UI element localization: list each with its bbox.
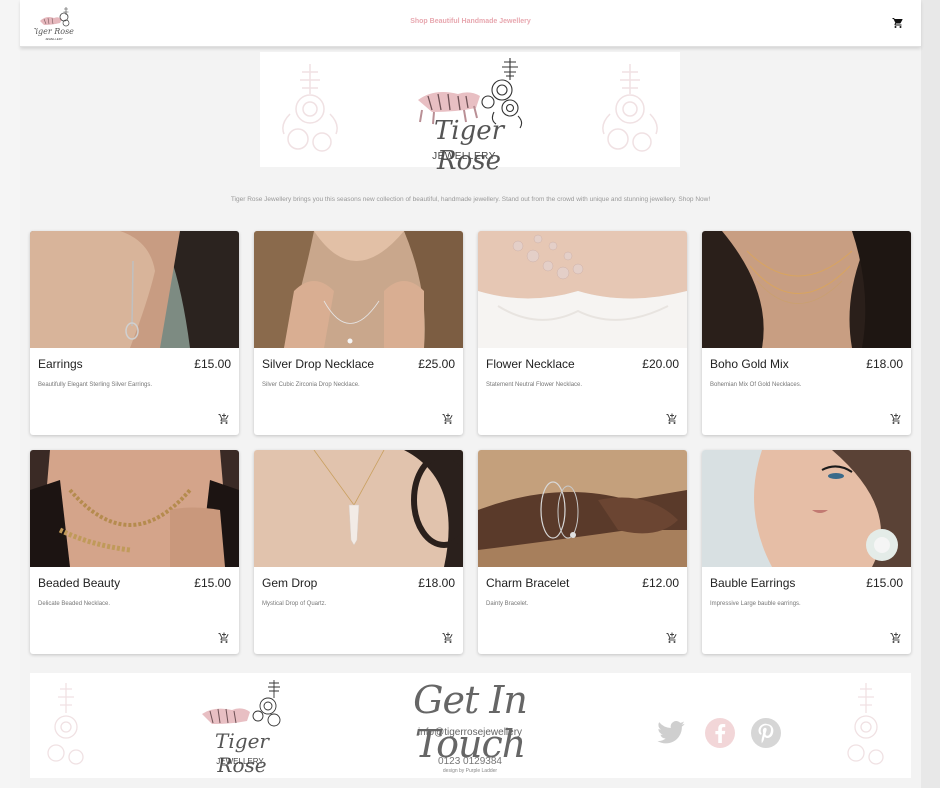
product-name[interactable]: Bauble Earrings — [710, 576, 795, 590]
floral-decoration-icon — [847, 683, 884, 765]
brand-title: Tiger Rose — [433, 116, 505, 176]
cart-icon[interactable] — [892, 17, 904, 29]
product-price: £25.00 — [418, 357, 455, 371]
product-card[interactable]: Flower Necklace £20.00 Statement Neutral… — [478, 231, 687, 435]
header-tagline: Shop Beautiful Handmade Jewellery — [410, 18, 531, 25]
product-description: Statement Neutral Flower Necklace. — [486, 382, 583, 388]
twitter-icon[interactable] — [656, 718, 686, 748]
facebook-icon[interactable] — [705, 718, 735, 748]
design-credit: design by Purple Ladder — [442, 768, 498, 774]
product-price: £18.00 — [418, 576, 455, 590]
product-card[interactable]: Boho Gold Mix £18.00 Bohemian Mix Of Gol… — [702, 231, 911, 435]
product-price: £15.00 — [866, 576, 903, 590]
get-in-touch-heading: Get In Touch — [413, 678, 528, 766]
product-name[interactable]: Gem Drop — [262, 576, 317, 590]
intro-text: Tiger Rose Jewellery brings you this sea… — [230, 196, 711, 203]
product-description: Beautifully Elegant Sterling Silver Earr… — [38, 382, 153, 388]
product-price: £12.00 — [642, 576, 679, 590]
product-description: Delicate Beaded Necklace. — [38, 601, 111, 607]
add-to-cart-icon[interactable] — [442, 632, 454, 644]
add-to-cart-icon[interactable] — [666, 413, 678, 425]
floral-decoration-icon — [282, 64, 338, 152]
product-description: Impressive Large bauble earrings. — [710, 601, 801, 607]
flower-necklace-photo[interactable] — [478, 231, 687, 348]
footer-brand-title: Tiger Rose — [215, 729, 269, 777]
product-name[interactable]: Silver Drop Necklace — [262, 357, 374, 371]
earrings-photo[interactable] — [30, 231, 239, 348]
contact-phone[interactable]: 0123 0129384 — [370, 756, 570, 767]
header-bar: Tiger Rose JEWELLERY Shop Beautiful Hand… — [20, 0, 921, 47]
brand-subtitle: JEWELLERY — [432, 151, 496, 162]
add-to-cart-icon[interactable] — [890, 413, 902, 425]
add-to-cart-icon[interactable] — [666, 632, 678, 644]
scroll-gutter — [921, 0, 940, 788]
product-name[interactable]: Boho Gold Mix — [710, 357, 789, 371]
svg-text:JEWELLERY: JEWELLERY — [45, 37, 63, 41]
product-description: Mystical Drop of Quartz. — [262, 601, 327, 607]
footer-brand-subtitle: JEWELLERY — [216, 757, 264, 766]
add-to-cart-icon[interactable] — [218, 632, 230, 644]
silver-necklace-photo[interactable] — [254, 231, 463, 348]
product-card[interactable]: Bauble Earrings £15.00 Impressive Large … — [702, 450, 911, 654]
product-price: £18.00 — [866, 357, 903, 371]
product-price: £15.00 — [194, 576, 231, 590]
bauble-earrings-photo[interactable] — [702, 450, 911, 567]
product-price: £15.00 — [194, 357, 231, 371]
product-description: Silver Cubic Zirconia Drop Necklace. — [262, 382, 360, 388]
product-card[interactable]: Silver Drop Necklace £25.00 Silver Cubic… — [254, 231, 463, 435]
product-name[interactable]: Beaded Beauty — [38, 576, 120, 590]
gold-necklaces-photo[interactable] — [702, 231, 911, 348]
product-name[interactable]: Earrings — [38, 357, 83, 371]
contact-email[interactable]: info@tigerrosejewellery — [370, 727, 570, 738]
product-description: Bohemian Mix Of Gold Necklaces. — [710, 382, 802, 388]
floral-decoration-icon — [602, 64, 658, 152]
add-to-cart-icon[interactable] — [442, 413, 454, 425]
product-description: Dainty Bracelet. — [486, 601, 529, 607]
pinterest-icon[interactable] — [751, 718, 781, 748]
svg-text:Tiger Rose: Tiger Rose — [34, 27, 74, 36]
add-to-cart-icon[interactable] — [890, 632, 902, 644]
product-card[interactable]: Beaded Beauty £15.00 Delicate Beaded Nec… — [30, 450, 239, 654]
product-name[interactable]: Charm Bracelet — [486, 576, 569, 590]
quartz-pendant-photo[interactable] — [254, 450, 463, 567]
product-card[interactable]: Charm Bracelet £12.00 Dainty Bracelet. — [478, 450, 687, 654]
add-to-cart-icon[interactable] — [218, 413, 230, 425]
product-price: £20.00 — [642, 357, 679, 371]
floral-decoration-icon — [47, 683, 84, 765]
product-name[interactable]: Flower Necklace — [486, 357, 575, 371]
beaded-necklace-photo[interactable] — [30, 450, 239, 567]
product-card[interactable]: Earrings £15.00 Beautifully Elegant Ster… — [30, 231, 239, 435]
charm-bracelet-photo[interactable] — [478, 450, 687, 567]
product-card[interactable]: Gem Drop £18.00 Mystical Drop of Quartz. — [254, 450, 463, 654]
